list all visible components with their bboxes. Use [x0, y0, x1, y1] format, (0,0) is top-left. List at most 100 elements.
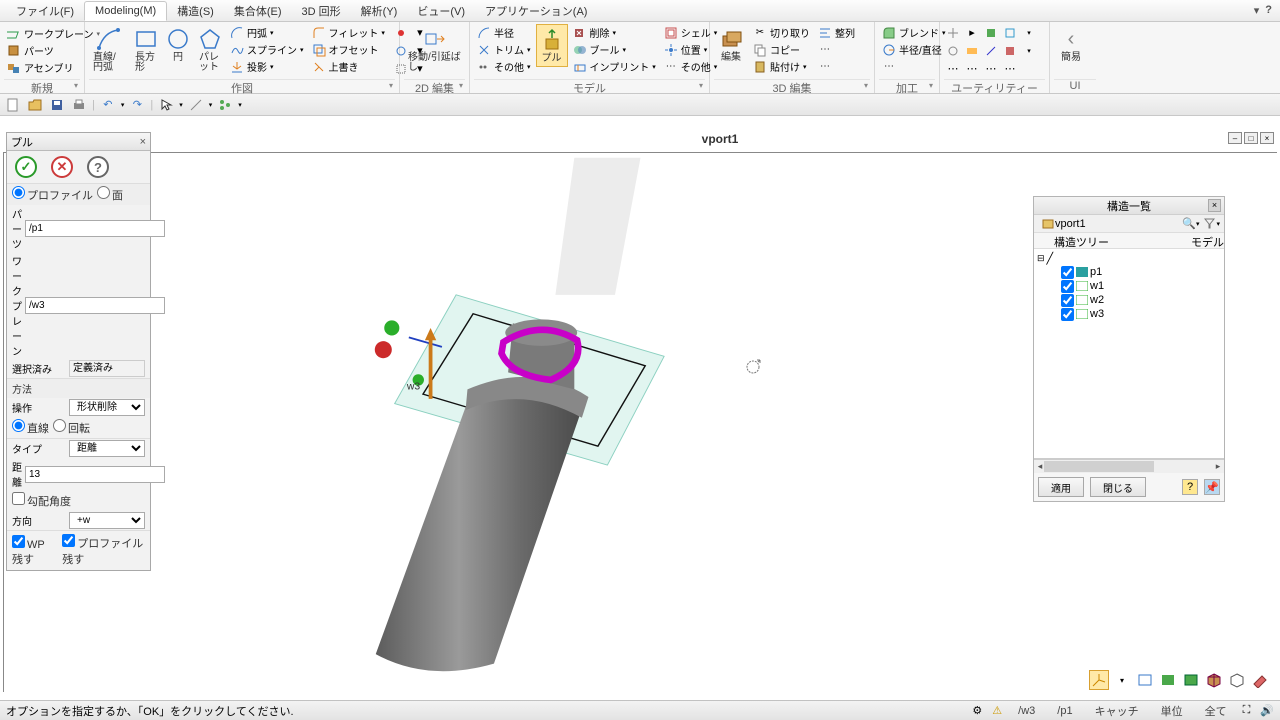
input-distance[interactable]	[25, 466, 165, 483]
btn-move[interactable]: 移動/引延ばし	[404, 24, 465, 75]
status-fit-icon[interactable]: ⛶	[1243, 704, 1251, 717]
select-operation[interactable]: 形状削除	[69, 399, 145, 416]
vt-wireframe[interactable]	[1135, 670, 1155, 690]
structure-root[interactable]: vport1	[1055, 218, 1179, 230]
tree-root-node[interactable]: ⊟╱	[1037, 251, 1221, 265]
btn-radius[interactable]: 半径	[474, 24, 534, 41]
tab-tree[interactable]: 構造ツリー	[1034, 233, 1129, 248]
btn-spline[interactable]: スプライン▾	[227, 41, 307, 58]
vt-axis[interactable]	[1089, 670, 1109, 690]
qt-select[interactable]	[157, 96, 175, 114]
util-dd1[interactable]: ▾	[1020, 24, 1038, 41]
btn-3d-y[interactable]: ⋯	[815, 58, 858, 75]
tree-node-w3[interactable]: w3	[1037, 307, 1221, 321]
btn-edit[interactable]: 編集	[714, 24, 748, 65]
menu-modeling[interactable]: Modeling(M)	[84, 1, 167, 21]
btn-cut[interactable]: ✂切り取り	[750, 24, 813, 41]
menu-application[interactable]: アプリケーション(A)	[475, 0, 597, 22]
hint-icon[interactable]: ?	[1182, 479, 1198, 495]
btn-overwrite[interactable]: 上書き	[309, 58, 388, 75]
qt-print[interactable]	[70, 96, 88, 114]
util-10[interactable]: ⋯	[963, 60, 981, 77]
vp-maximize[interactable]: □	[1244, 132, 1258, 144]
btn-bool[interactable]: ブール▾	[570, 41, 659, 58]
util-3[interactable]	[982, 24, 1000, 41]
status-part[interactable]: /p1	[1051, 705, 1078, 717]
structure-tree[interactable]: ⊟╱ p1 w1 w2 w3	[1034, 249, 1224, 459]
check-gradient[interactable]: 勾配角度	[12, 492, 71, 509]
help-icon[interactable]: ?	[1265, 4, 1272, 17]
vt-dd[interactable]: ▾	[1112, 670, 1132, 690]
btn-circle[interactable]: 円	[163, 24, 193, 65]
btn-polygon[interactable]: パレット	[195, 24, 225, 75]
vp-minimize[interactable]: –	[1228, 132, 1242, 144]
input-part[interactable]	[25, 220, 165, 237]
status-workplane[interactable]: /w3	[1012, 705, 1041, 717]
vt-iso[interactable]	[1204, 670, 1224, 690]
util-12[interactable]: ⋯	[1001, 60, 1019, 77]
qt-undo[interactable]: ↶	[99, 96, 117, 114]
util-1[interactable]	[944, 24, 962, 41]
btn-proc-x[interactable]: ⋯	[879, 58, 949, 75]
check-keep-profile[interactable]: プロファイル残す	[62, 534, 145, 567]
qt-measure[interactable]	[187, 96, 205, 114]
minimize-ribbon-icon[interactable]: ▾	[1254, 4, 1260, 17]
tree-node-p1[interactable]: p1	[1037, 265, 1221, 279]
btn-blend[interactable]: ブレンド▾	[879, 24, 949, 41]
menu-assembly[interactable]: 集合体(E)	[224, 0, 292, 22]
pin-icon[interactable]: 📌	[1204, 479, 1220, 495]
apply-button[interactable]: 適用	[1038, 477, 1084, 497]
tree-node-w2[interactable]: w2	[1037, 293, 1221, 307]
check-keep-wp[interactable]: WP 残す	[12, 535, 58, 567]
ok-button[interactable]: ✓	[15, 156, 37, 178]
menu-view[interactable]: ビュー(V)	[407, 0, 475, 22]
btn-offset[interactable]: オフセット	[309, 41, 388, 58]
btn-line[interactable]: 直線/円弧	[89, 24, 129, 75]
btn-arc[interactable]: 円弧▾	[227, 24, 307, 41]
filter-icon[interactable]	[1202, 217, 1216, 231]
tree-node-w1[interactable]: w1	[1037, 279, 1221, 293]
btn-trim[interactable]: トリム▾	[474, 41, 534, 58]
btn-imprint[interactable]: インプリント▾	[570, 58, 659, 75]
vt-shaded[interactable]	[1158, 670, 1178, 690]
util-6[interactable]	[963, 42, 981, 59]
cancel-button[interactable]: ✕	[51, 156, 73, 178]
util-5[interactable]	[944, 42, 962, 59]
status-unit[interactable]: 単位	[1155, 703, 1189, 719]
btn-copy[interactable]: コピー	[750, 41, 813, 58]
qt-open[interactable]	[26, 96, 44, 114]
close-button[interactable]: 閉じる	[1090, 477, 1146, 497]
menu-structure[interactable]: 構造(S)	[167, 0, 224, 22]
util-9[interactable]: ⋯	[944, 60, 962, 77]
radio-rotate[interactable]: 回転	[53, 419, 90, 436]
vt-shaded-edges[interactable]	[1181, 670, 1201, 690]
tab-model[interactable]: モデル	[1129, 233, 1224, 248]
util-11[interactable]: ⋯	[982, 60, 1000, 77]
status-catch[interactable]: キャッチ	[1089, 703, 1145, 719]
btn-proj[interactable]: 投影▾	[227, 58, 307, 75]
btn-raddia[interactable]: 半径/直径	[879, 41, 949, 58]
menu-3d[interactable]: 3D 回形	[292, 0, 351, 22]
btn-fillet[interactable]: フィレット▾	[309, 24, 388, 41]
select-direction[interactable]: +w	[69, 512, 145, 529]
btn-align[interactable]: 整列	[815, 24, 858, 41]
btn-rect[interactable]: 長方形	[131, 24, 161, 75]
qt-new[interactable]	[4, 96, 22, 114]
qt-save[interactable]	[48, 96, 66, 114]
structure-close[interactable]: ×	[1208, 199, 1221, 212]
qt-tree[interactable]	[216, 96, 234, 114]
input-workplane[interactable]	[25, 297, 165, 314]
util-8[interactable]	[1001, 42, 1019, 59]
help-button[interactable]: ?	[87, 156, 109, 178]
radio-face[interactable]: 面	[97, 186, 123, 203]
status-gear-icon[interactable]: ⚙	[972, 704, 982, 717]
select-type[interactable]: 距離	[69, 440, 145, 457]
status-vol-icon[interactable]: 🔊	[1260, 704, 1274, 717]
tree-hscroll[interactable]: ◂▸	[1034, 459, 1224, 473]
radio-profile[interactable]: プロファイル	[12, 186, 93, 203]
radio-line[interactable]: 直線	[12, 419, 49, 436]
util-dd2[interactable]: ▾	[1020, 42, 1038, 59]
vt-section[interactable]	[1250, 670, 1270, 690]
util-7[interactable]	[982, 42, 1000, 59]
util-2[interactable]: ▸	[963, 24, 981, 41]
